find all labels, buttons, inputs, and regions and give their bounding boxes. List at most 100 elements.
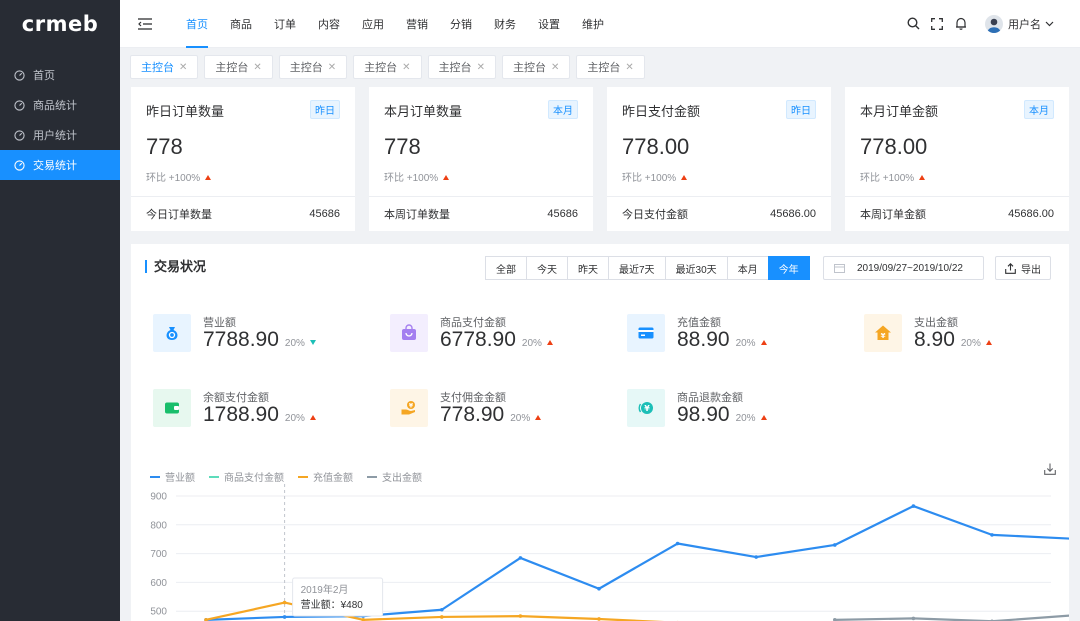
nav-tab-marketing[interactable]: 营销 [395, 0, 439, 48]
range-yesterday-button[interactable]: 昨天 [567, 256, 609, 280]
legend-item[interactable]: 充值金额 [298, 469, 353, 484]
bell-icon[interactable] [949, 12, 973, 36]
username: 用户名 [1008, 18, 1041, 31]
tag-item[interactable]: 主控台 ✕ [576, 55, 645, 79]
y-tick-label: 900 [150, 492, 167, 503]
card-footer-label: 今日支付金额 [622, 208, 688, 221]
tag-item[interactable]: 主控台 ✕ [278, 55, 348, 79]
data-point [282, 615, 287, 619]
stat-percent: 20% [284, 413, 305, 424]
gauge-icon [14, 69, 25, 81]
date-range-picker[interactable]: 2019/09/27~2019/10/22 [823, 256, 984, 280]
upload-icon [1005, 262, 1016, 274]
shopping-bag-icon [390, 314, 428, 352]
kpi-card: 昨日支付金额 昨日 778.00 环比 +100% 今日支付金额 45686.00 [607, 87, 831, 231]
trade-panel: 交易状况 全部 今天 昨天 最近7天 最近30天 本月 今年 2019/09/2… [131, 244, 1069, 621]
nav-tab-products[interactable]: 商品 [219, 0, 263, 48]
range-all-button[interactable]: 全部 [485, 256, 527, 280]
stat-number: 8.90 [914, 328, 955, 351]
nav-tab-home[interactable]: 首页 [175, 0, 219, 48]
range-month-button[interactable]: 本月 [726, 256, 769, 280]
card-trend: 环比 +100% [146, 169, 340, 184]
legend-item[interactable]: 营业额 [150, 469, 195, 484]
trend-text: 环比 +100% [860, 173, 915, 184]
trend-up-icon [309, 415, 316, 420]
chevron-down-icon [1045, 21, 1054, 26]
tag-item[interactable]: 主控台 ✕ [427, 55, 496, 79]
trend-up-icon [760, 340, 767, 345]
legend-item[interactable]: 支出金额 [367, 469, 422, 484]
range-today-button[interactable]: 今天 [526, 256, 568, 280]
fullscreen-icon[interactable] [925, 12, 949, 36]
card-trend: 环比 +100% [384, 169, 578, 184]
data-point [911, 616, 916, 621]
tag-label: 主控台 [512, 62, 546, 74]
download-icon[interactable] [1044, 462, 1056, 480]
export-button[interactable]: 导出 [995, 256, 1051, 280]
card-value: 778 [146, 134, 183, 159]
close-icon[interactable]: ✕ [551, 62, 559, 73]
tag-item[interactable]: 主控台 ✕ [130, 55, 199, 79]
nav-tab-apps[interactable]: 应用 [351, 0, 395, 48]
stat-number: 98.90 [677, 403, 730, 426]
close-icon[interactable]: ✕ [402, 62, 410, 73]
logo[interactable]: crmeb [0, 0, 120, 48]
card-footer-value: 45686 [309, 207, 340, 220]
data-point [440, 615, 444, 619]
range-30days-button[interactable]: 最近30天 [664, 256, 728, 280]
tag-label: 主控台 [364, 62, 398, 74]
trend-up-icon [985, 340, 992, 345]
stat-number: 88.90 [677, 328, 730, 351]
close-icon[interactable]: ✕ [253, 62, 261, 73]
trend-up-icon [546, 340, 553, 345]
trend-up-icon [760, 415, 767, 420]
stat-value: 7788.90 20% [203, 328, 316, 352]
trend-up-icon [919, 175, 926, 180]
nav-tab-content[interactable]: 内容 [307, 0, 351, 48]
kpi-card: 昨日订单数量 昨日 778 环比 +100% 今日订单数量 45686 [131, 87, 355, 231]
nav-tab-finance[interactable]: 财务 [483, 0, 527, 48]
sidebar-item-product-stats[interactable]: 商品统计 [0, 90, 120, 120]
stat-expense: ¥ 支出金额 8.90 20% [864, 314, 1080, 364]
tag-label: 主控台 [215, 62, 249, 74]
legend-label: 充值金额 [313, 473, 353, 484]
tag-item[interactable]: 主控台 ✕ [501, 55, 571, 79]
nav-tab-orders[interactable]: 订单 [263, 0, 307, 48]
close-icon[interactable]: ✕ [179, 62, 187, 73]
legend-label: 营业额 [165, 473, 195, 484]
card-footer-value: 45686.00 [1008, 207, 1054, 220]
sidebar-item-user-stats[interactable]: 用户统计 [0, 120, 120, 150]
chart-legend: 营业额 商品支付金额 充值金额 支出金额 [150, 469, 436, 484]
sidebar-item-home[interactable]: 首页 [0, 60, 120, 90]
stat-number: 1788.90 [203, 403, 279, 426]
avatar [985, 14, 1003, 33]
tooltip-title: 2019年2月 [301, 583, 349, 596]
nav-tab-settings[interactable]: 设置 [527, 0, 571, 48]
trend-up-icon [205, 175, 212, 180]
stat-product-payment: 商品支付金额 6778.90 20% [390, 314, 610, 364]
wallet-icon [153, 389, 191, 427]
search-icon[interactable] [901, 12, 925, 36]
sidebar-item-label: 交易统计 [33, 160, 77, 172]
panel-title: 交易状况 [145, 260, 206, 273]
nav-tab-distribution[interactable]: 分销 [439, 0, 483, 48]
trend-up-icon [443, 175, 450, 180]
range-year-button[interactable]: 今年 [767, 256, 810, 280]
menu-fold-icon[interactable] [133, 12, 157, 36]
stat-value: 1788.90 20% [203, 403, 316, 427]
range-7days-button[interactable]: 最近7天 [608, 256, 666, 280]
trade-line-chart: 500 600 700 800 900 2019年2月营业额：¥480 [150, 484, 1069, 621]
stat-percent: 20% [510, 413, 531, 424]
tag-item[interactable]: 主控台 ✕ [353, 55, 422, 79]
close-icon[interactable]: ✕ [625, 62, 633, 73]
nav-tab-maintenance[interactable]: 维护 [571, 0, 615, 48]
sidebar: crmeb 首页 商品统计 用户统计 交易统计 [0, 0, 120, 621]
stat-value: 6778.90 20% [440, 328, 553, 352]
tag-item[interactable]: 主控台 ✕ [204, 55, 273, 79]
user-menu[interactable]: 用户名 [985, 14, 1054, 33]
sidebar-item-trade-stats[interactable]: 交易统计 [0, 150, 120, 180]
legend-item[interactable]: 商品支付金额 [209, 469, 284, 484]
close-icon[interactable]: ✕ [477, 62, 485, 73]
close-icon[interactable]: ✕ [328, 62, 336, 73]
gauge-icon [14, 159, 25, 171]
